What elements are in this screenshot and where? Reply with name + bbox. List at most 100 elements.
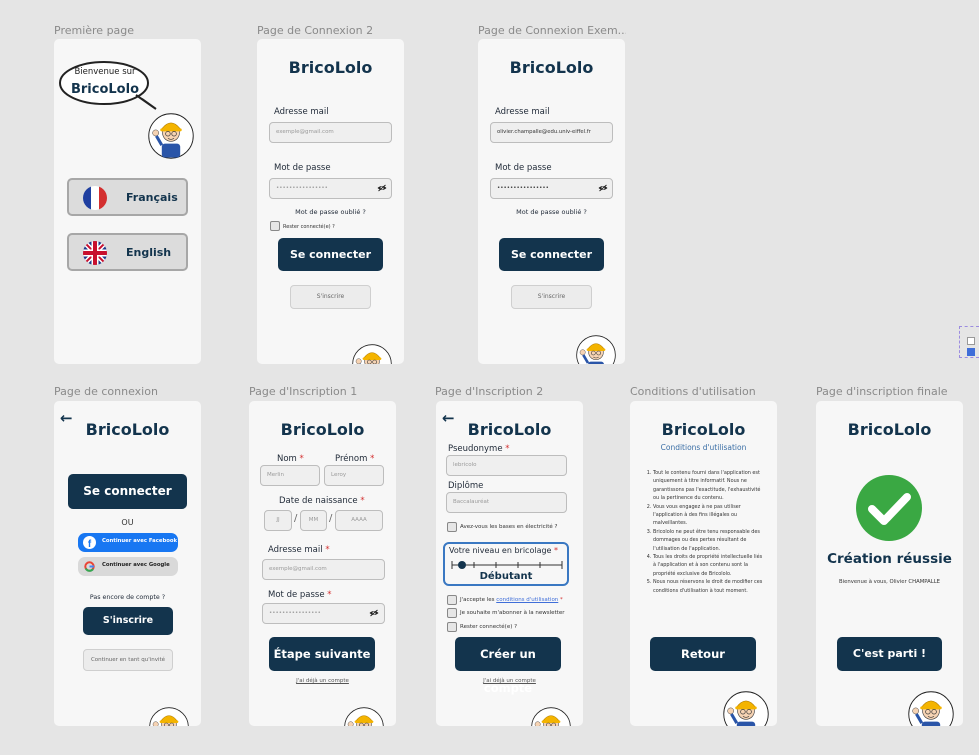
logo: BricoLolo — [467, 420, 552, 439]
google-login-button[interactable]: Continuer avec Google — [78, 557, 178, 576]
guest-button[interactable]: Continuer en tant qu'invité — [83, 649, 173, 671]
uk-flag-icon — [83, 241, 107, 265]
frame-label-conditions[interactable]: Conditions d'utilisation — [630, 385, 756, 398]
newsletter-label: Je souhaite m'abonner à la newsletter — [460, 610, 565, 616]
frame-conditions[interactable]: BricoLolo Conditions d'utilisation Tout … — [630, 401, 777, 726]
lang-label-english: English — [126, 246, 172, 259]
next-step-button[interactable]: Étape suivante — [269, 637, 375, 671]
slider-thumb — [458, 561, 466, 569]
date-separator: / — [329, 513, 333, 524]
terms-link[interactable]: conditions d'utilisation — [496, 597, 558, 603]
logo: BricoLolo — [288, 58, 373, 77]
conditions-list: Tout le contenu fourni dans l'applicatio… — [648, 469, 766, 595]
frame-inscription-2[interactable]: ← BricoLolo Pseudonyme * lebricolo Diplô… — [436, 401, 583, 726]
password-label: Mot de passe — [274, 163, 331, 173]
frame-label-inscription1[interactable]: Page d'Inscription 1 — [249, 385, 357, 398]
forgot-password-link[interactable]: Mot de passe oublié ? — [478, 208, 625, 216]
logo: BricoLolo — [847, 420, 932, 439]
prenom-input[interactable]: Leroy — [324, 465, 384, 486]
mascot-icon — [531, 707, 571, 726]
password-label: Mot de passe — [495, 163, 552, 173]
accept-terms-label: J'accepte les conditions d'utilisation * — [460, 597, 563, 603]
no-account-text: Pas encore de compte ? — [89, 594, 166, 601]
login-button[interactable]: Se connecter — [278, 238, 383, 271]
frame-label-finale[interactable]: Page d'inscription finale — [816, 385, 948, 398]
email-input[interactable]: olivier.champalle@edu.univ-eiffel.fr — [490, 122, 613, 143]
level-slider-card[interactable]: Votre niveau en bricolage * Débutant — [443, 542, 569, 586]
frame-inscription-finale[interactable]: BricoLolo Création réussie Bienvenue à v… — [816, 401, 963, 726]
birth-day-input[interactable]: JJ — [264, 510, 292, 531]
widget-checkbox-empty[interactable] — [967, 337, 975, 345]
prenom-label: Prénom * — [335, 454, 375, 464]
remember-checkbox[interactable] — [270, 221, 280, 231]
mascot-icon — [908, 691, 954, 726]
frame-label-connexion-exemple[interactable]: Page de Connexion Exem... — [478, 24, 626, 37]
widget-checkbox-checked[interactable] — [967, 348, 975, 356]
email-input[interactable]: exemple@gmail.com — [269, 122, 392, 143]
frame-connexion-2[interactable]: BricoLolo Adresse mail exemple@gmail.com… — [257, 39, 404, 364]
have-account-link[interactable]: J'ai déjà un compte — [249, 678, 396, 684]
birthdate-label: Date de naissance * — [279, 496, 365, 506]
lang-button-french[interactable]: Français — [67, 178, 188, 216]
frame-premiere-page[interactable]: Bienvenue sur BricoLolo Français English — [54, 39, 201, 364]
signup-button[interactable]: S'inscrire — [290, 285, 371, 309]
pseudo-input[interactable]: lebricolo — [446, 455, 567, 476]
pseudo-label: Pseudonyme * — [448, 444, 510, 454]
mascot-icon — [352, 344, 392, 364]
frame-inscription-1[interactable]: BricoLolo Nom * Prénom * Merlin Leroy Da… — [249, 401, 396, 726]
conditions-subtitle: Conditions d'utilisation — [660, 443, 747, 452]
login-button[interactable]: Se connecter — [68, 474, 187, 509]
password-input[interactable]: •••••••••••••••• — [490, 178, 613, 199]
google-label: Continuer avec Google — [102, 562, 170, 568]
have-account-link[interactable]: J'ai déjà un compte — [436, 678, 583, 684]
frame-connexion[interactable]: ← BricoLolo Se connecter OU f Continuer … — [54, 401, 201, 726]
mascot-icon — [148, 113, 194, 159]
lang-button-english[interactable]: English — [67, 233, 188, 271]
level-label: Votre niveau en bricolage * — [449, 546, 559, 555]
eye-slash-icon[interactable] — [369, 609, 379, 617]
frame-label-premiere[interactable]: Première page — [54, 24, 134, 37]
forgot-password-link[interactable]: Mot de passe oublié ? — [257, 208, 404, 216]
electricity-checkbox[interactable] — [447, 522, 457, 532]
birth-year-input[interactable]: AAAA — [335, 510, 383, 531]
condition-item: Nous nous réservons le droit de modifier… — [653, 578, 766, 595]
design-canvas: Première page Bienvenue sur BricoLolo Fr… — [0, 0, 979, 755]
eye-slash-icon[interactable] — [377, 184, 387, 192]
lets-go-button[interactable]: C'est parti ! — [837, 637, 942, 671]
frame-label-inscription2[interactable]: Page d'Inscription 2 — [435, 385, 543, 398]
logo: BricoLolo — [280, 420, 365, 439]
nom-input[interactable]: Merlin — [260, 465, 320, 486]
frame-label-connexion2[interactable]: Page de Connexion 2 — [257, 24, 373, 37]
back-button[interactable]: Retour — [650, 637, 756, 671]
facebook-login-button[interactable]: f Continuer avec Facebook — [78, 533, 178, 552]
signup-button[interactable]: S'inscrire — [83, 607, 173, 635]
remember-label: Rester connecté(e) ? — [460, 624, 518, 630]
remember-checkbox[interactable] — [447, 622, 457, 632]
password-input[interactable]: •••••••••••••••• — [269, 178, 392, 199]
condition-item: Tous les droits de propriété intellectue… — [653, 553, 766, 578]
birth-month-input[interactable]: MM — [300, 510, 327, 531]
password-input[interactable]: •••••••••••••••• — [262, 603, 385, 624]
newsletter-checkbox[interactable] — [447, 608, 457, 618]
condition-item: Vous vous engagez à ne pas utiliser l'ap… — [653, 503, 766, 528]
eye-slash-icon[interactable] — [598, 184, 608, 192]
login-button[interactable]: Se connecter — [499, 238, 604, 271]
signup-button[interactable]: S'inscrire — [511, 285, 592, 309]
diplome-label: Diplôme — [448, 481, 484, 491]
frame-connexion-exemple[interactable]: BricoLolo Adresse mail olivier.champalle… — [478, 39, 625, 364]
email-input[interactable]: exemple@gmail.com — [262, 559, 385, 580]
create-account-button[interactable]: Créer un compte — [455, 637, 561, 695]
level-value: Débutant — [479, 571, 533, 582]
email-label: Adresse mail — [274, 107, 329, 117]
level-slider[interactable] — [450, 557, 564, 572]
email-label: Adresse mail — [495, 107, 550, 117]
accept-terms-checkbox[interactable] — [447, 595, 457, 605]
selection-widget[interactable] — [959, 326, 979, 358]
frame-label-connexion[interactable]: Page de connexion — [54, 385, 158, 398]
electricity-label: Avez-vous les bases en électricité ? — [460, 524, 558, 530]
bubble-line1: Bienvenue sur — [74, 67, 136, 77]
success-check-icon — [856, 475, 922, 541]
diplome-input[interactable]: Baccalauréat — [446, 492, 567, 513]
condition-item: Bricololo ne peut être tenu responsable … — [653, 528, 766, 553]
france-flag-icon — [83, 186, 107, 210]
